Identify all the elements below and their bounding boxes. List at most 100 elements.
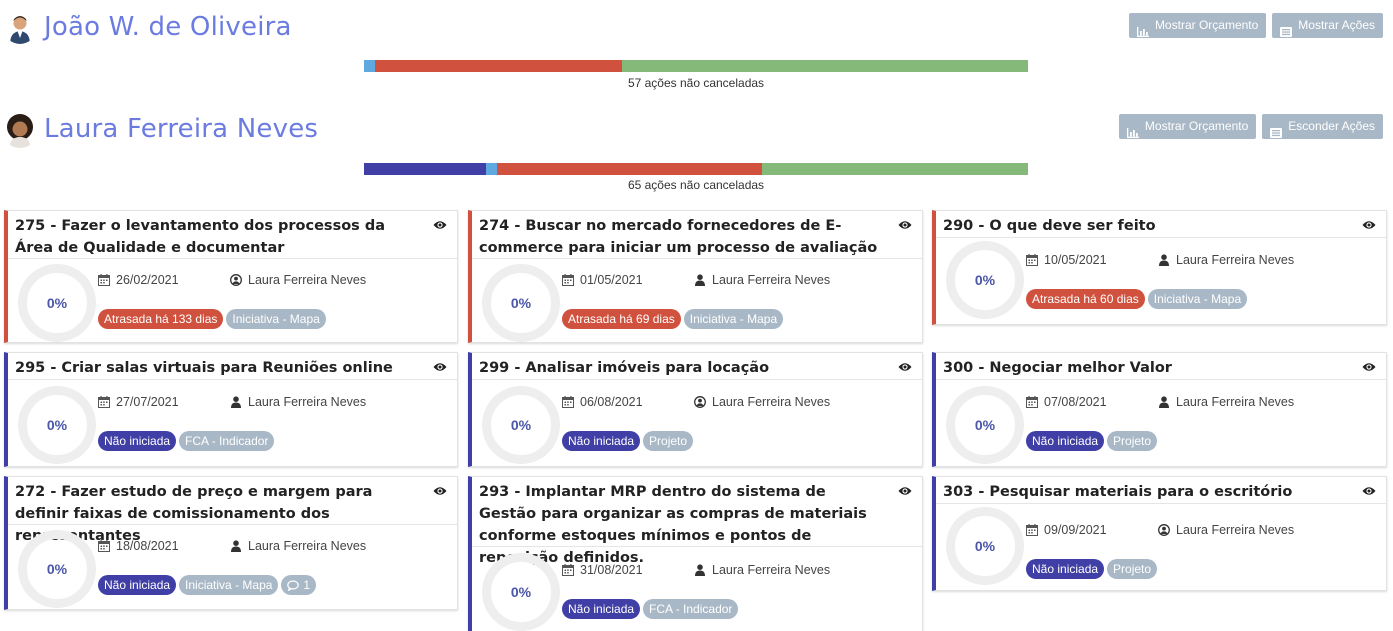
divider (8, 524, 457, 525)
avatar (4, 12, 36, 44)
action-title[interactable]: 275 - Fazer o levantamento dos processos… (15, 215, 421, 259)
status-badge: Atrasada há 133 dias (98, 309, 224, 329)
eye-icon[interactable] (433, 218, 447, 232)
show-budget-button[interactable]: Mostrar Orçamento (1128, 13, 1267, 38)
status-badge: Não iniciada (1026, 431, 1105, 451)
action-card[interactable]: 274 - Buscar no mercado fornecedores de … (468, 210, 923, 343)
progress-segment (375, 60, 623, 72)
action-card[interactable]: 299 - Analisar imóveis para locação 0% 06/… (468, 352, 923, 467)
action-title[interactable]: 300 - Negociar melhor Valor (943, 357, 1350, 379)
status-progress-bar (364, 163, 1028, 175)
calendar-icon (1026, 524, 1038, 536)
responsible-person: Laura Ferreira Neves (1176, 523, 1295, 537)
calendar-icon (1026, 396, 1038, 408)
person-name[interactable]: Laura Ferreira Neves (44, 114, 318, 144)
action-card[interactable]: 290 - O que deve ser feito 0% 10/05/2021 La… (932, 210, 1387, 325)
eye-icon[interactable] (898, 484, 912, 498)
avatar (2, 112, 38, 148)
show-budget-button[interactable]: Mostrar Orçamento (1118, 114, 1257, 139)
progress-segment (486, 163, 497, 175)
action-title[interactable]: 290 - O que deve ser feito (943, 215, 1350, 237)
progress-percent: 0% (46, 295, 68, 311)
due-date: 27/07/2021 (116, 395, 179, 409)
progress-percent: 0% (510, 295, 532, 311)
divider (472, 546, 922, 547)
eye-icon[interactable] (898, 360, 912, 374)
action-card[interactable]: 272 - Fazer estudo de preço e margem par… (4, 476, 458, 610)
divider (936, 379, 1386, 380)
toggle-actions-label: Mostrar Ações (1298, 18, 1375, 32)
calendar-icon (98, 274, 110, 286)
responsible-person: Laura Ferreira Neves (1176, 253, 1295, 267)
divider (936, 503, 1386, 504)
actions-summary: 57 ações não canceladas (627, 76, 765, 90)
progress-percent: 0% (510, 584, 532, 600)
user-circle-icon (694, 396, 706, 408)
progress-segment (762, 163, 1028, 175)
user-icon (1158, 396, 1170, 408)
calendar-icon (1026, 254, 1038, 266)
person-name[interactable]: João W. de Oliveira (44, 12, 292, 42)
action-title[interactable]: 299 - Analisar imóveis para locação (479, 357, 886, 379)
progress-donut: 0% (946, 386, 1024, 464)
user-circle-icon (1158, 524, 1170, 536)
progress-percent: 0% (510, 417, 532, 433)
action-card[interactable]: 295 - Criar salas virtuais para Reuniões… (4, 352, 458, 467)
progress-segment (496, 163, 763, 175)
progress-percent: 0% (974, 538, 996, 554)
calendar-icon (562, 564, 574, 576)
progress-segment (364, 60, 376, 72)
action-card[interactable]: 275 - Fazer o levantamento dos processos… (4, 210, 458, 343)
responsible-person: Laura Ferreira Neves (712, 273, 831, 287)
due-date: 07/08/2021 (1044, 395, 1107, 409)
eye-icon[interactable] (433, 360, 447, 374)
show-budget-label: Mostrar Orçamento (1144, 119, 1249, 133)
action-card[interactable]: 303 - Pesquisar materiais para o escritó… (932, 476, 1387, 591)
progress-donut: 0% (18, 264, 96, 342)
responsible-person: Laura Ferreira Neves (712, 563, 831, 577)
eye-icon[interactable] (433, 484, 447, 498)
type-tag: FCA - Indicador (643, 599, 739, 619)
person-header-joao: João W. de Oliveira Mostrar Orçamento Mo… (0, 8, 1393, 58)
type-tag: Iniciativa - Mapa (683, 309, 784, 329)
type-tag: Iniciativa - Mapa (1147, 289, 1248, 309)
user-icon (694, 274, 706, 286)
toggle-actions-button[interactable]: Esconder Ações (1262, 114, 1383, 139)
progress-percent: 0% (974, 417, 996, 433)
due-date: 01/05/2021 (580, 273, 643, 287)
status-badge: Não iniciada (562, 599, 641, 619)
eye-icon[interactable] (1362, 484, 1376, 498)
responsible-person: Laura Ferreira Neves (1176, 395, 1295, 409)
eye-icon[interactable] (898, 218, 912, 232)
toggle-actions-button[interactable]: Mostrar Ações (1272, 13, 1383, 38)
progress-donut: 0% (482, 264, 560, 342)
comments-count: 1 (303, 578, 311, 592)
type-tag: Iniciativa - Mapa (179, 575, 279, 595)
comments-badge[interactable]: 1 (281, 575, 317, 595)
action-title[interactable]: 303 - Pesquisar materiais para o escritó… (943, 481, 1350, 503)
action-title[interactable]: 295 - Criar salas virtuais para Reuniões… (15, 357, 421, 379)
action-title[interactable]: 274 - Buscar no mercado fornecedores de … (479, 215, 886, 259)
toggle-actions-label: Esconder Ações (1288, 119, 1375, 133)
due-date: 31/08/2021 (580, 563, 643, 577)
due-date: 26/02/2021 (116, 273, 179, 287)
list-icon (1270, 122, 1283, 138)
status-badge: Não iniciada (98, 431, 177, 451)
action-title[interactable]: 293 - Implantar MRP dentro do sistema de… (479, 481, 886, 569)
progress-donut: 0% (946, 241, 1024, 319)
user-circle-icon (230, 274, 242, 286)
action-card[interactable]: 300 - Negociar melhor Valor 0% 07/08/2021 L… (932, 352, 1387, 467)
list-icon (1280, 21, 1293, 37)
responsible-person: Laura Ferreira Neves (248, 395, 367, 409)
user-icon (694, 564, 706, 576)
type-tag: Projeto (1107, 431, 1158, 451)
calendar-icon (98, 540, 110, 552)
divider (472, 258, 922, 259)
eye-icon[interactable] (1362, 218, 1376, 232)
action-card[interactable]: 293 - Implantar MRP dentro do sistema de… (468, 476, 923, 631)
progress-donut: 0% (18, 386, 96, 464)
person-header-laura: Laura Ferreira Neves Mostrar Orçamento E… (0, 108, 1393, 158)
type-tag: Projeto (1107, 559, 1158, 579)
eye-icon[interactable] (1362, 360, 1376, 374)
status-badge: Atrasada há 69 dias (562, 309, 681, 329)
